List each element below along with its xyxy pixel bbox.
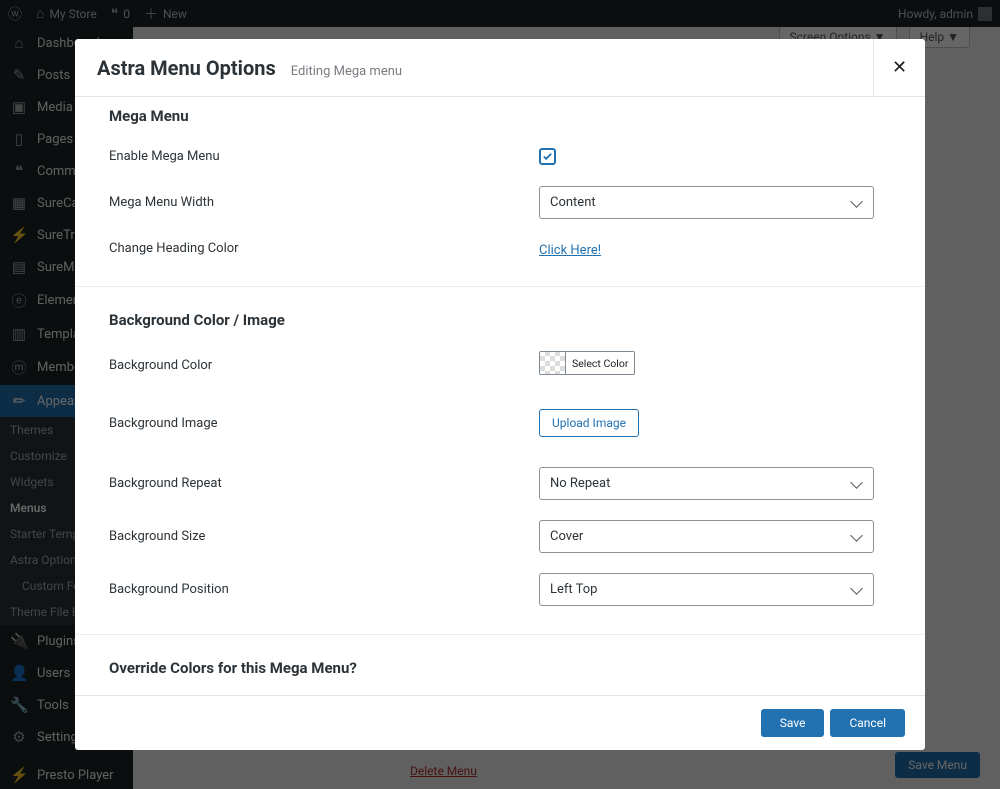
section-heading: Background Color / Image: [109, 311, 891, 329]
enable-label: Enable Mega Menu: [109, 149, 539, 164]
row-bg-repeat: Background Repeat No Repeat: [109, 467, 891, 500]
row-bg-size: Background Size Cover: [109, 520, 891, 553]
row-bg-position: Background Position Left Top: [109, 573, 891, 606]
width-value: Content: [550, 195, 596, 210]
close-button[interactable]: ✕: [873, 39, 925, 96]
section-override: Override Colors for this Mega Menu?: [109, 659, 891, 677]
heading-color-label: Change Heading Color: [109, 241, 539, 256]
bg-image-label: Background Image: [109, 416, 539, 431]
bg-size-select[interactable]: Cover: [539, 520, 874, 553]
color-picker-label: Select Color: [566, 357, 634, 370]
bg-size-label: Background Size: [109, 529, 539, 544]
color-swatch: [540, 351, 566, 375]
width-label: Mega Menu Width: [109, 195, 539, 210]
section-heading: Override Colors for this Mega Menu?: [109, 659, 891, 677]
heading-color-link[interactable]: Click Here!: [539, 243, 601, 258]
row-enable: Enable Mega Menu: [109, 147, 891, 166]
bg-color-label: Background Color: [109, 358, 539, 373]
width-select[interactable]: Content: [539, 186, 874, 219]
row-width: Mega Menu Width Content: [109, 186, 891, 219]
upload-image-button[interactable]: Upload Image: [539, 409, 639, 437]
row-bg-image: Background Image Upload Image: [109, 409, 891, 437]
bg-size-value: Cover: [550, 529, 583, 544]
close-icon: ✕: [892, 57, 907, 78]
bg-repeat-value: No Repeat: [550, 476, 610, 491]
color-picker[interactable]: Select Color: [539, 351, 635, 375]
bg-position-value: Left Top: [550, 582, 597, 597]
modal-footer: Save Cancel: [75, 695, 925, 750]
section-mega-menu: Mega Menu Enable Mega Menu Mega Menu Wid…: [75, 107, 925, 287]
section-background: Background Color / Image Background Colo…: [75, 311, 925, 635]
modal-header: Astra Menu Options Editing Mega menu ✕: [75, 39, 925, 97]
save-button[interactable]: Save: [761, 709, 825, 737]
bg-repeat-select[interactable]: No Repeat: [539, 467, 874, 500]
bg-position-select[interactable]: Left Top: [539, 573, 874, 606]
modal-subtitle: Editing Mega menu: [291, 64, 402, 79]
row-heading-color: Change Heading Color Click Here!: [109, 239, 891, 258]
modal-title: Astra Menu Options: [97, 56, 276, 80]
bg-position-label: Background Position: [109, 582, 539, 597]
section-heading: Mega Menu: [109, 107, 891, 125]
bg-repeat-label: Background Repeat: [109, 476, 539, 491]
check-icon: [542, 151, 553, 162]
row-bg-color: Background Color Select Color: [109, 351, 891, 379]
modal-body: Mega Menu Enable Mega Menu Mega Menu Wid…: [75, 97, 925, 695]
astra-menu-modal: Astra Menu Options Editing Mega menu ✕ M…: [75, 39, 925, 750]
cancel-button[interactable]: Cancel: [830, 709, 905, 737]
enable-checkbox[interactable]: [539, 148, 556, 165]
